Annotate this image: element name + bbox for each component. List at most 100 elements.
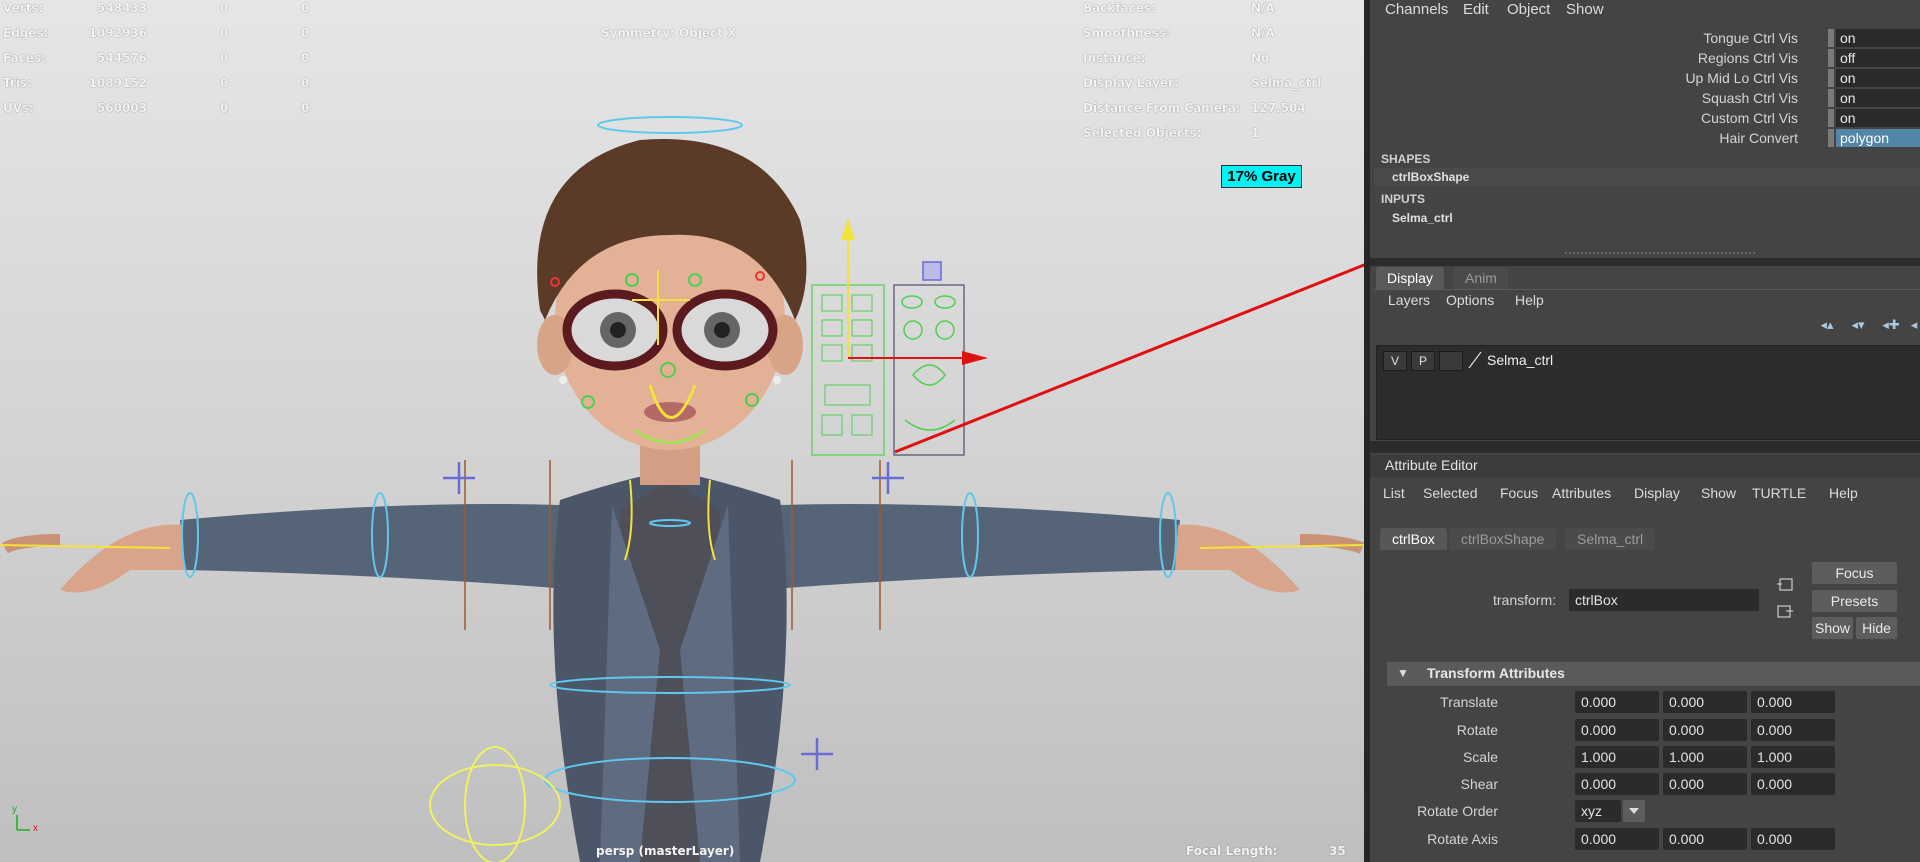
attr-label: Shear: [1460, 776, 1498, 792]
info-value: Selma_ctrl: [1251, 76, 1322, 90]
channel-value[interactable]: polygon: [1836, 129, 1920, 147]
attr-field[interactable]: 0.000: [1575, 773, 1659, 795]
panel-splitter[interactable]: [1370, 441, 1920, 453]
info-label: Backfaces:: [1083, 1, 1156, 15]
menu-attributes[interactable]: Attributes: [1552, 485, 1611, 501]
attr-label: Rotate: [1456, 722, 1498, 738]
load-selected-icon[interactable]: [1776, 604, 1794, 620]
menu-list[interactable]: List: [1383, 485, 1405, 501]
chevron-down-icon[interactable]: [1623, 800, 1645, 822]
channel-value[interactable]: on: [1836, 109, 1920, 127]
tab-ctrlbox[interactable]: ctrlBox: [1380, 528, 1447, 550]
symmetry-label: Symmetry: Object X: [601, 26, 737, 40]
layer-row[interactable]: V P Selma_ctrl: [1377, 346, 1920, 374]
menu-show[interactable]: Show: [1701, 485, 1736, 501]
stat-value: 0: [301, 1, 310, 15]
attr-label: Rotate Order: [1417, 803, 1498, 819]
attr-field[interactable]: 0.000: [1751, 828, 1835, 850]
channel-row[interactable]: Tongue Ctrl Vis on: [1370, 29, 1920, 48]
input-node-item[interactable]: Selma_ctrl: [1374, 209, 1920, 227]
tab-selma-ctrl[interactable]: Selma_ctrl: [1565, 528, 1656, 550]
layer-visibility-toggle[interactable]: V: [1383, 351, 1407, 371]
new-layer-icon[interactable]: ◂✚: [1880, 318, 1902, 332]
menu-help[interactable]: Help: [1829, 485, 1858, 501]
menu-layers[interactable]: Layers: [1388, 292, 1430, 308]
layer-color-swatch-icon[interactable]: [1467, 351, 1483, 369]
move-layer-down-icon[interactable]: ◂▾: [1847, 318, 1869, 332]
shape-node-item[interactable]: ctrlBoxShape: [1374, 168, 1920, 186]
attr-field[interactable]: 1.000: [1751, 746, 1835, 768]
channel-key-indicator: [1828, 129, 1834, 147]
channel-value[interactable]: on: [1836, 29, 1920, 47]
tab-display[interactable]: Display: [1376, 267, 1444, 289]
layer-playback-toggle[interactable]: P: [1411, 351, 1435, 371]
channel-value[interactable]: on: [1836, 89, 1920, 107]
viewport-3d[interactable]: Verts: 548433 0 0 Edges: 1092936 0 0 Fac…: [0, 0, 1364, 862]
attr-field[interactable]: 0.000: [1575, 828, 1659, 850]
section-title: Transform Attributes: [1427, 665, 1565, 681]
stat-value: 0: [301, 26, 310, 40]
menu-display[interactable]: Display: [1634, 485, 1680, 501]
attr-label: Translate: [1440, 694, 1498, 710]
attr-field[interactable]: 1.000: [1663, 746, 1747, 768]
info-value: N/A: [1251, 1, 1275, 15]
stat-value: 0: [301, 51, 310, 65]
channel-row-selected[interactable]: Hair Convert polygon: [1370, 129, 1920, 148]
attribute-editor-header: Attribute Editor: [1370, 455, 1920, 477]
menu-selected[interactable]: Selected: [1423, 485, 1477, 501]
transform-attributes-section[interactable]: ▼ Transform Attributes: [1387, 662, 1920, 686]
copy-tab-icon[interactable]: [1776, 577, 1794, 593]
menu-edit[interactable]: Edit: [1463, 1, 1489, 18]
attr-field[interactable]: 0.000: [1663, 828, 1747, 850]
panel-splitter[interactable]: [1370, 258, 1920, 266]
channel-label: Squash Ctrl Vis: [1701, 90, 1798, 106]
attr-field[interactable]: 1.000: [1575, 746, 1659, 768]
attr-field[interactable]: 0.000: [1663, 719, 1747, 741]
menu-focus[interactable]: Focus: [1500, 485, 1538, 501]
show-button[interactable]: Show: [1812, 617, 1853, 639]
attr-label: Scale: [1462, 749, 1498, 765]
layer-name[interactable]: Selma_ctrl: [1487, 352, 1553, 368]
gray-swatch-badge: 17% Gray: [1221, 165, 1302, 188]
channel-row[interactable]: Squash Ctrl Vis on: [1370, 89, 1920, 108]
channel-key-indicator: [1828, 89, 1834, 107]
rotate-order-dropdown[interactable]: xyz: [1575, 800, 1645, 822]
hide-button[interactable]: Hide: [1856, 617, 1897, 639]
new-layer-selected-icon[interactable]: ◂: [1908, 318, 1920, 332]
tab-anim[interactable]: Anim: [1454, 267, 1508, 289]
focus-button[interactable]: Focus: [1812, 562, 1897, 584]
collapse-triangle-icon: ▼: [1397, 666, 1409, 680]
presets-button[interactable]: Presets: [1812, 590, 1897, 612]
channel-key-indicator: [1828, 29, 1834, 47]
rotate-order-value: xyz: [1575, 800, 1621, 822]
resize-grip[interactable]: [1565, 252, 1755, 254]
channel-row[interactable]: Regions Ctrl Vis off: [1370, 49, 1920, 68]
menu-channels[interactable]: Channels: [1385, 1, 1448, 18]
transform-name-field[interactable]: ctrlBox: [1569, 589, 1759, 611]
axis-gizmo-icon: y x: [12, 804, 42, 834]
attr-field[interactable]: 0.000: [1751, 691, 1835, 713]
menu-help[interactable]: Help: [1515, 292, 1544, 308]
info-label: Distance From Camera:: [1083, 101, 1241, 115]
channel-value[interactable]: off: [1836, 49, 1920, 67]
attr-field[interactable]: 0.000: [1751, 773, 1835, 795]
layer-type-toggle[interactable]: [1439, 351, 1463, 371]
menu-show[interactable]: Show: [1566, 1, 1604, 18]
shapes-title: SHAPES: [1381, 152, 1431, 166]
menu-object[interactable]: Object: [1507, 1, 1550, 18]
menu-options[interactable]: Options: [1446, 292, 1494, 308]
attr-field[interactable]: 0.000: [1575, 691, 1659, 713]
attr-field[interactable]: 0.000: [1663, 773, 1747, 795]
attr-field[interactable]: 0.000: [1575, 719, 1659, 741]
menu-turtle[interactable]: TURTLE: [1752, 485, 1806, 501]
layer-list: V P Selma_ctrl: [1376, 345, 1920, 440]
stat-label: Edges:: [3, 26, 49, 40]
stat-value: 1089152: [88, 76, 147, 90]
channel-row[interactable]: Up Mid Lo Ctrl Vis on: [1370, 69, 1920, 88]
attr-field[interactable]: 0.000: [1751, 719, 1835, 741]
tab-ctrlboxshape[interactable]: ctrlBoxShape: [1449, 528, 1557, 550]
channel-row[interactable]: Custom Ctrl Vis on: [1370, 109, 1920, 128]
channel-value[interactable]: on: [1836, 69, 1920, 87]
move-layer-up-icon[interactable]: ◂▴: [1816, 318, 1838, 332]
attr-field[interactable]: 0.000: [1663, 691, 1747, 713]
